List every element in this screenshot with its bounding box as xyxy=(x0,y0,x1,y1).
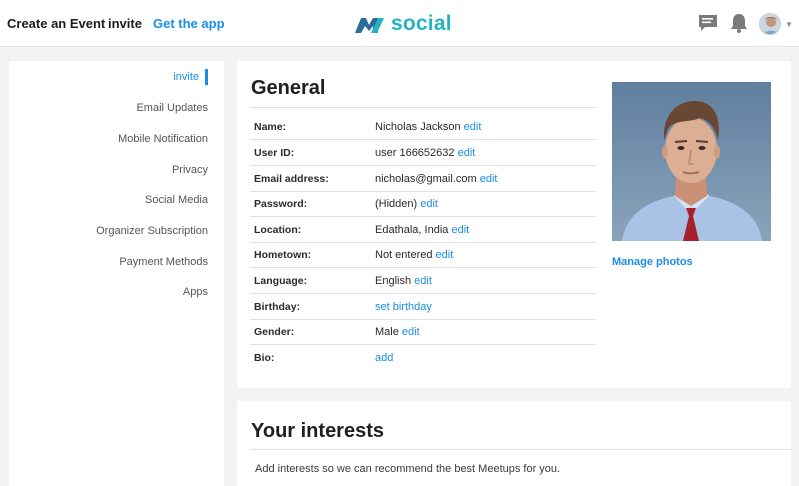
notifications-bell-icon[interactable] xyxy=(728,12,750,34)
logo[interactable]: social xyxy=(354,10,452,38)
info-row-location: Location: Edathala, India edit xyxy=(250,217,596,243)
info-value: set birthday xyxy=(375,301,432,313)
info-value: (Hidden) edit xyxy=(375,198,438,210)
info-label: Name: xyxy=(254,121,287,133)
name-value: Nicholas Jackson xyxy=(375,121,461,133)
info-label: Password: xyxy=(254,198,308,210)
user-id-value: user 166652632 xyxy=(375,147,455,159)
sidebar-item-email-updates[interactable]: Email Updates xyxy=(136,102,208,114)
logo-text: social xyxy=(391,12,452,35)
sidebar-item-privacy[interactable]: Privacy xyxy=(172,164,208,176)
divider xyxy=(250,449,791,450)
invite-link[interactable]: invite xyxy=(108,16,142,31)
sidebar-item-invite[interactable]: invite xyxy=(173,71,199,83)
info-label: Hometown: xyxy=(254,249,312,261)
info-row-password: Password: (Hidden) edit xyxy=(250,191,596,217)
info-row-hometown: Hometown: Not entered edit xyxy=(250,242,596,268)
info-row-language: Language: English edit xyxy=(250,268,596,294)
info-value: English edit xyxy=(375,275,432,287)
edit-name-link[interactable]: edit xyxy=(464,121,482,133)
info-label: Location: xyxy=(254,224,302,236)
get-app-link[interactable]: Get the app xyxy=(153,16,225,31)
sidebar-item-mobile-notification[interactable]: Mobile Notification xyxy=(118,133,208,145)
sidebar-item-payment-methods[interactable]: Payment Methods xyxy=(119,256,208,268)
top-nav: Create an Event invite Get the app socia… xyxy=(0,0,799,47)
info-label: Gender: xyxy=(254,326,295,338)
set-birthday-link[interactable]: set birthday xyxy=(375,301,432,313)
user-avatar[interactable] xyxy=(759,13,781,35)
edit-email-link[interactable]: edit xyxy=(480,173,498,185)
info-label: User ID: xyxy=(254,147,295,159)
messages-icon[interactable] xyxy=(697,12,719,34)
logo-icon xyxy=(355,18,384,33)
create-event-link[interactable]: Create an Event xyxy=(7,16,105,31)
email-value: nicholas@gmail.com xyxy=(375,173,477,185)
info-row-bio: Bio: add xyxy=(250,345,596,371)
info-value: user 166652632 edit xyxy=(375,147,475,159)
edit-language-link[interactable]: edit xyxy=(414,275,432,287)
profile-photo[interactable] xyxy=(612,82,771,241)
info-row-gender: Gender: Male edit xyxy=(250,319,596,345)
general-title: General xyxy=(251,77,326,99)
info-value: Nicholas Jackson edit xyxy=(375,121,481,133)
info-row-birthday: Birthday: set birthday xyxy=(250,294,596,320)
divider xyxy=(250,107,596,108)
edit-user-id-link[interactable]: edit xyxy=(458,147,476,159)
info-label: Language: xyxy=(254,275,308,287)
interests-description: Add interests so we can recommend the be… xyxy=(255,463,561,475)
gender-value: Male xyxy=(375,326,399,338)
interests-title: Your interests xyxy=(251,420,384,442)
info-label: Birthday: xyxy=(254,301,301,313)
sidebar-item-social-media[interactable]: Social Media xyxy=(145,194,208,206)
info-value: Edathala, India edit xyxy=(375,224,469,236)
info-row-user-id: User ID: user 166652632 edit xyxy=(250,140,596,166)
edit-gender-link[interactable]: edit xyxy=(402,326,420,338)
info-value: add xyxy=(375,352,393,364)
edit-location-link[interactable]: edit xyxy=(451,224,469,236)
info-row-email: Email address: nicholas@gmail.com edit xyxy=(250,166,596,192)
location-value: Edathala, India xyxy=(375,224,449,236)
info-value: Not entered edit xyxy=(375,249,453,261)
sidebar-item-apps[interactable]: Apps xyxy=(183,286,208,298)
info-value: Male edit xyxy=(375,326,420,338)
chevron-down-icon[interactable]: ▼ xyxy=(785,20,793,29)
info-label: Bio: xyxy=(254,352,275,364)
active-indicator xyxy=(205,69,208,85)
language-value: English xyxy=(375,275,412,287)
sidebar-item-organizer-subscription[interactable]: Organizer Subscription xyxy=(96,225,208,237)
edit-hometown-link[interactable]: edit xyxy=(436,249,454,261)
info-value: nicholas@gmail.com edit xyxy=(375,173,497,185)
add-bio-link[interactable]: add xyxy=(375,352,393,364)
info-row-name: Name: Nicholas Jackson edit xyxy=(250,114,596,140)
info-label: Email address: xyxy=(254,173,329,185)
hometown-value: Not entered xyxy=(375,249,433,261)
manage-photos-link[interactable]: Manage photos xyxy=(612,256,693,268)
password-value: (Hidden) xyxy=(375,198,418,210)
settings-sidebar xyxy=(9,61,224,486)
edit-password-link[interactable]: edit xyxy=(420,198,438,210)
